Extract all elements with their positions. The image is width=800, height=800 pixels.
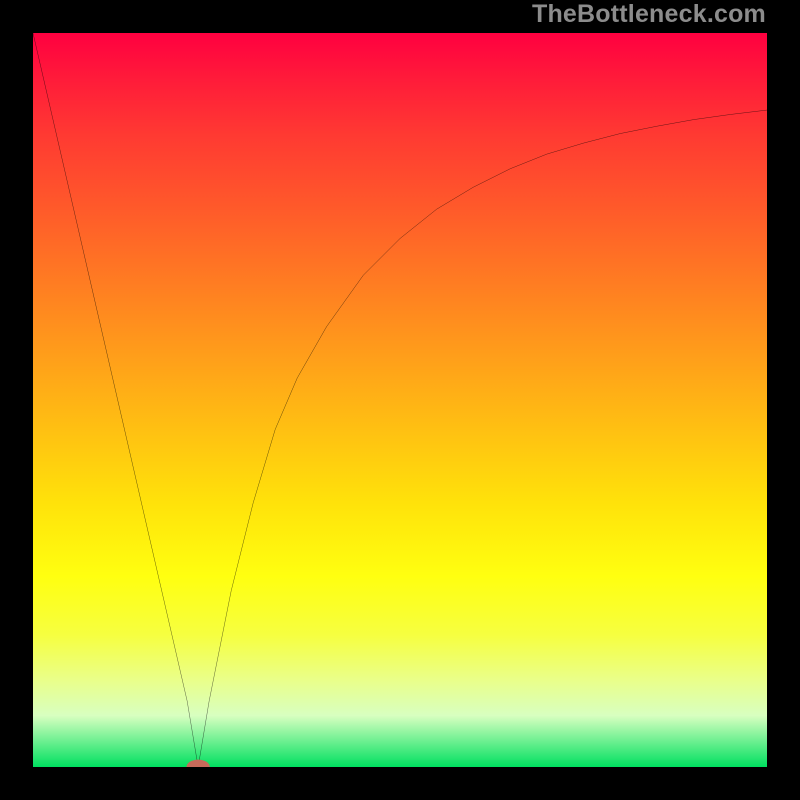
plot-area bbox=[33, 33, 767, 767]
chart-frame: TheBottleneck.com bbox=[0, 0, 800, 800]
chart-svg bbox=[33, 33, 767, 767]
watermark-text: TheBottleneck.com bbox=[532, 0, 766, 29]
bottleneck-curve bbox=[33, 33, 767, 767]
minimum-marker bbox=[186, 760, 209, 767]
